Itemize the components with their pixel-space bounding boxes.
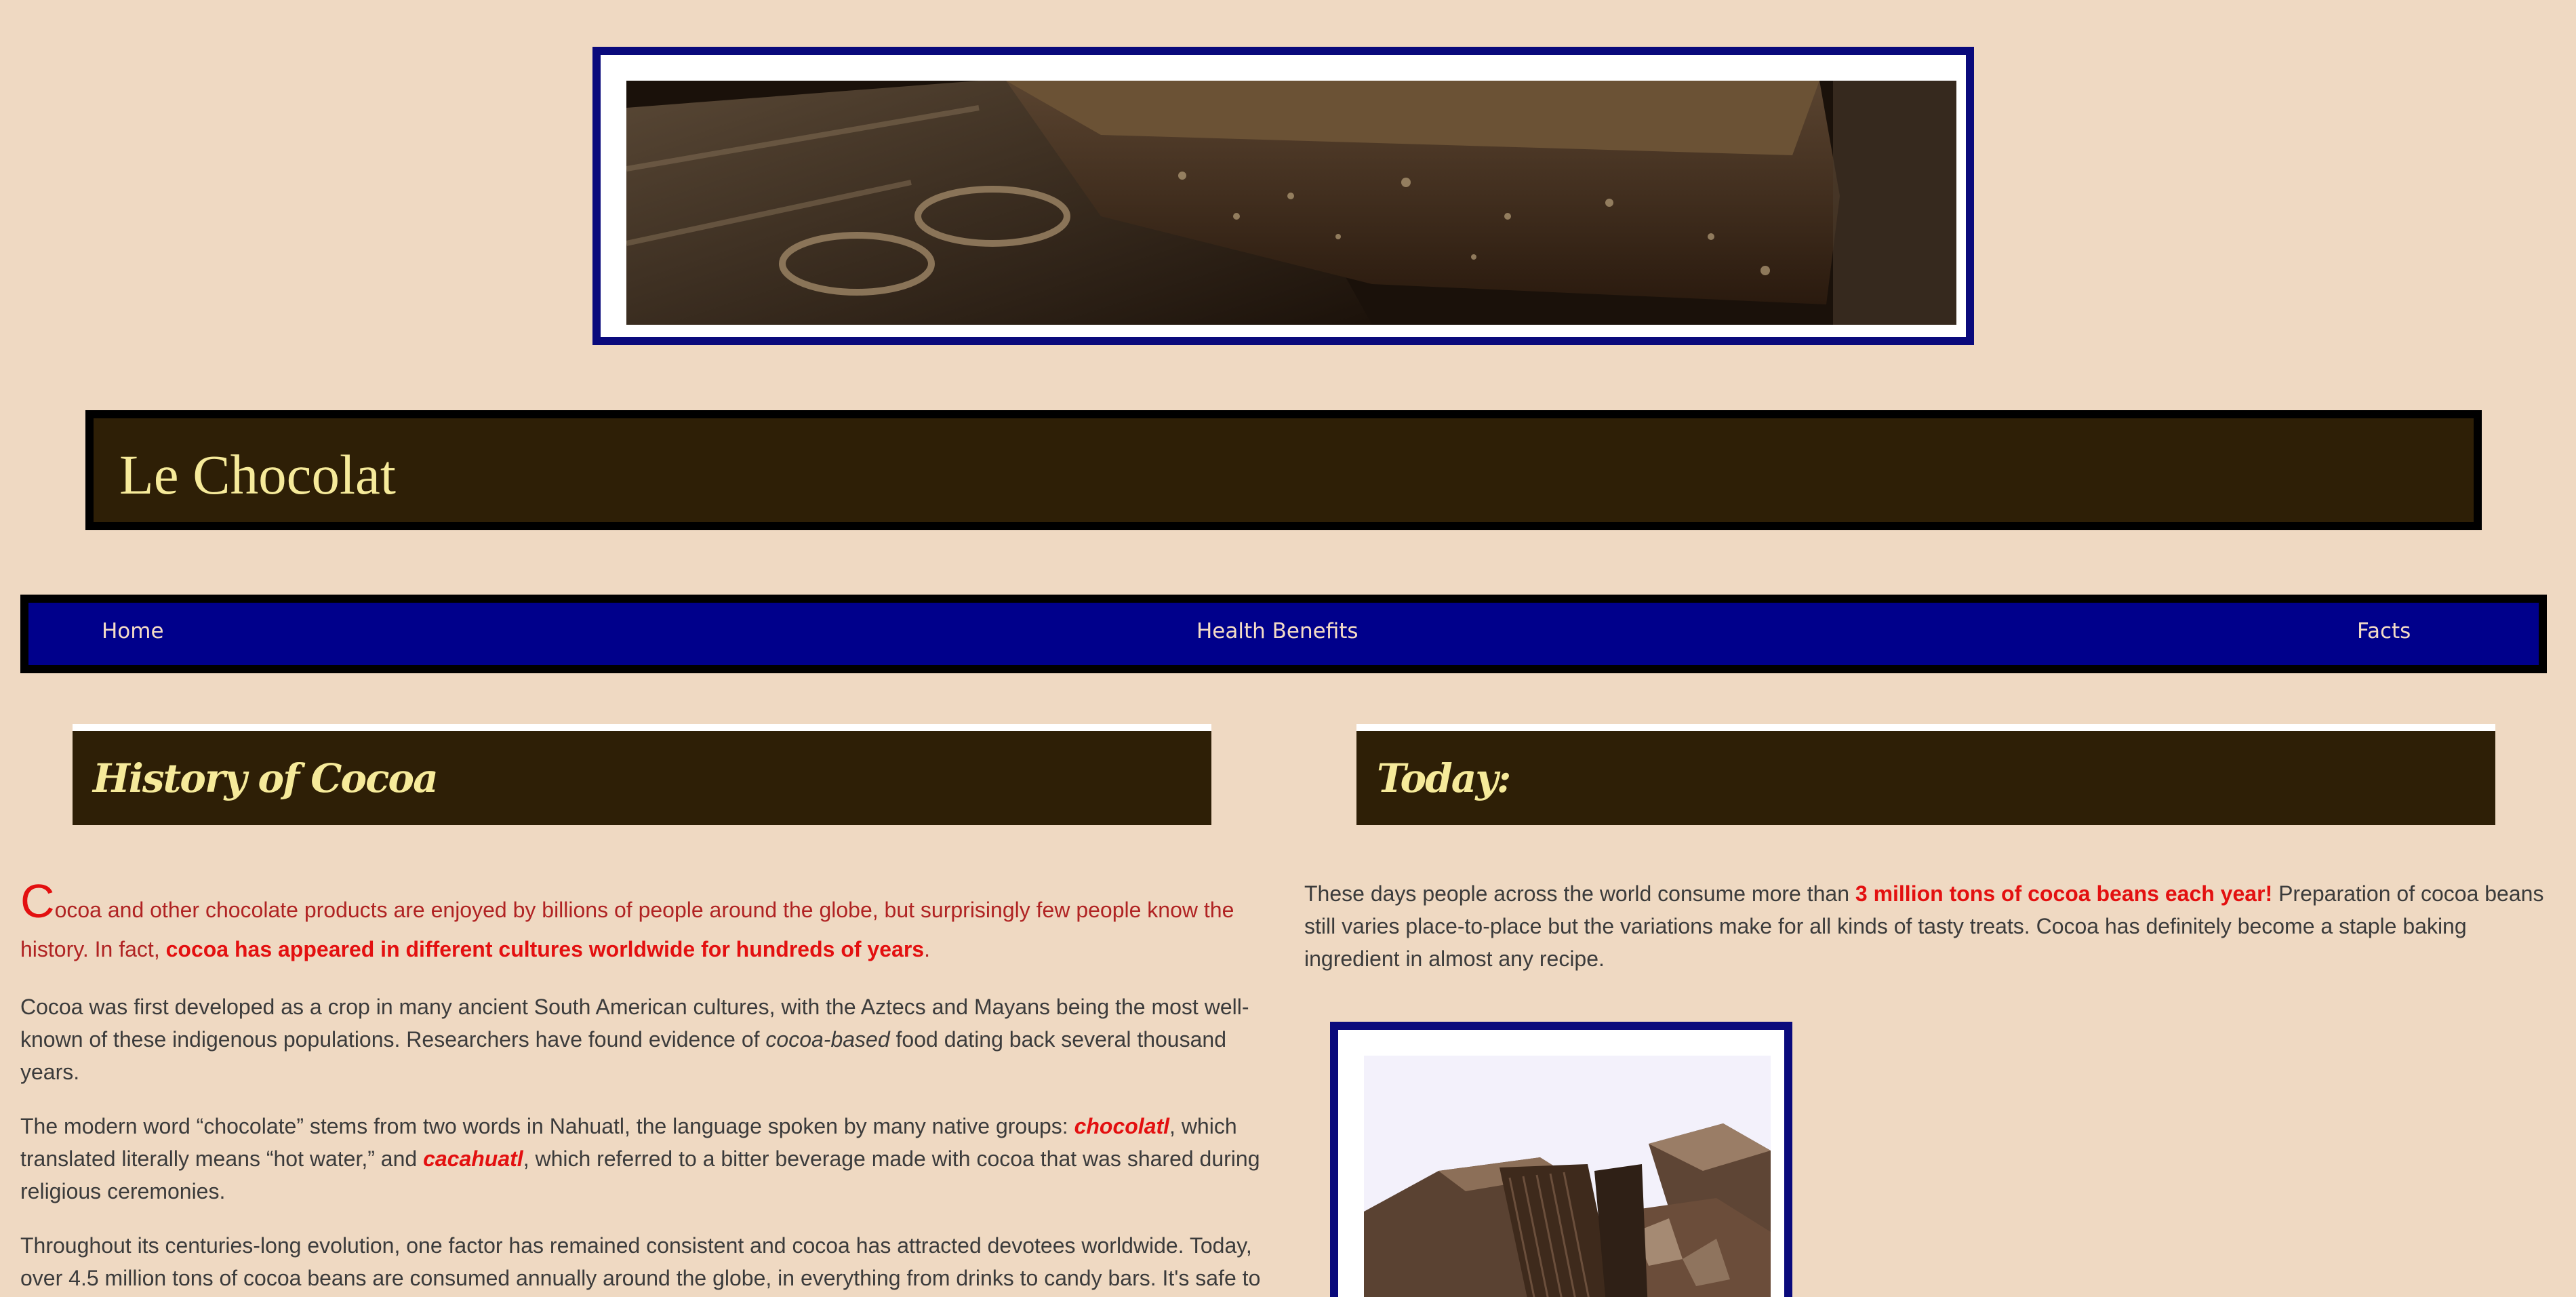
intro-highlight: cocoa has appeared in different cultures… <box>165 937 925 961</box>
today-column: These days people across the world consu… <box>1304 877 2552 997</box>
chocolate-pieces-photo <box>1364 1056 1771 1297</box>
site-title-banner: Le Chocolat <box>85 410 2482 530</box>
history-heading: History of Cocoa <box>93 755 439 801</box>
today-text-a: These days people across the world consu… <box>1304 881 1855 906</box>
main-nav: Home Health Benefits Facts <box>20 595 2547 673</box>
today-highlight: 3 million tons of cocoa beans each year! <box>1855 881 2273 906</box>
today-heading: Today: <box>1377 755 1511 801</box>
nav-link-facts[interactable]: Facts <box>2357 619 2411 643</box>
nav-link-health-benefits[interactable]: Health Benefits <box>1196 619 1359 643</box>
side-image-frame <box>1330 1022 1792 1297</box>
history-section-header: History of Cocoa <box>73 724 1211 825</box>
intro-end: . <box>924 937 930 961</box>
site-title: Le Chocolat <box>119 443 396 506</box>
nav-link-home[interactable]: Home <box>102 619 164 643</box>
p3-text-a: The modern word “chocolate” stems from t… <box>20 1114 1074 1138</box>
p2-italic: cocoa-based <box>765 1027 890 1052</box>
hero-chocolate-photo <box>626 81 1956 325</box>
today-paragraph: These days people across the world consu… <box>1304 877 2552 975</box>
word-cacahuatl: cacahuatl <box>423 1146 523 1171</box>
today-section-header: Today: <box>1356 724 2495 825</box>
history-column: Cocoa and other chocolate products are e… <box>20 877 1274 1297</box>
history-paragraph-4: Throughout its centuries-long evolution,… <box>20 1233 1261 1290</box>
word-chocolatl: chocolatl <box>1074 1114 1170 1138</box>
history-intro-paragraph: Cocoa and other chocolate products are e… <box>20 877 1274 969</box>
history-paragraph-2: Cocoa was first developed as a crop in m… <box>20 991 1274 1088</box>
dropcap-letter: C <box>20 875 55 927</box>
history-paragraph-3: The modern word “chocolate” stems from t… <box>20 1110 1274 1208</box>
hero-image-frame <box>592 47 1974 345</box>
